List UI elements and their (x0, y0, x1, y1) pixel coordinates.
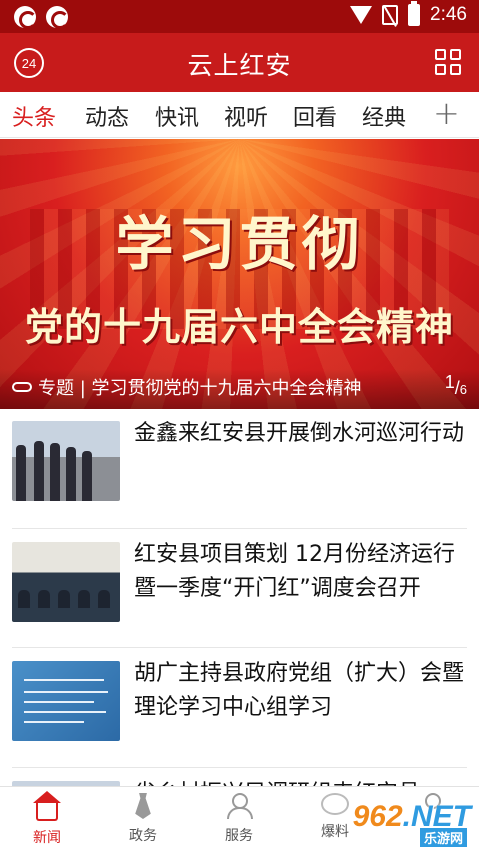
nav-services[interactable]: 服务 (209, 793, 269, 845)
people-icon (226, 793, 253, 819)
banner-caption-text: 专题 | 学习贯彻党的十九届六中全会精神 (38, 378, 362, 399)
nav-government[interactable]: 政务 (113, 793, 173, 845)
pager-current: 1 (444, 372, 455, 392)
nav-news[interactable]: 新闻 (17, 791, 77, 847)
banner-heading-line2: 党的十九届六中全会精神 (24, 304, 454, 349)
tab-headlines[interactable]: 头条 (12, 100, 56, 132)
nav-label: 政务 (129, 828, 157, 844)
tab-classics[interactable]: 经典 (362, 100, 406, 132)
notification-icon (46, 6, 69, 29)
tab-replay[interactable]: 回看 (293, 100, 337, 132)
status-bar: 2:46 (0, 0, 479, 33)
channel-tabs: 头条 动态 快讯 视听 回看 经典 + (0, 92, 479, 138)
tab-updates[interactable]: 动态 (85, 100, 129, 132)
add-channel-icon[interactable]: + (433, 94, 460, 132)
news-headline: 胡广主持县政府党组（扩大）会暨理论学习中心组学习 (134, 661, 465, 720)
home-icon (33, 791, 61, 821)
pager-total: 6 (459, 382, 467, 397)
nav-label: 新闻 (33, 830, 61, 846)
tie-icon (135, 793, 151, 819)
watermark-logo: 962.NET 乐游网 (352, 800, 471, 847)
battery-icon (408, 1, 421, 26)
nav-label: 服务 (225, 828, 253, 844)
link-icon (12, 382, 32, 392)
banner-pager: 1/6 (444, 372, 467, 398)
banner-carousel[interactable]: 学习贯彻 党的十九届六中全会精神 专题 | 学习贯彻党的十九届六中全会精神 1/… (0, 139, 479, 409)
notification-icon (14, 6, 37, 29)
news-headline: 红安县项目策划 12月份经济运行暨一季度“开门红”调度会召开 (134, 542, 455, 601)
news-thumbnail (12, 661, 120, 741)
tab-flash-news[interactable]: 快讯 (155, 100, 199, 132)
wifi-icon (350, 6, 373, 24)
status-time: 2:46 (430, 4, 467, 25)
banner-caption: 专题 | 学习贯彻党的十九届六中全会精神 (12, 374, 362, 400)
no-sim-icon (382, 5, 399, 25)
grid-menu-icon[interactable] (435, 49, 461, 75)
tab-audio-video[interactable]: 视听 (224, 100, 268, 132)
news-headline: 金鑫来红安县开展倒水河巡河行动 (134, 421, 465, 446)
divider (12, 767, 467, 768)
chat-bubble-icon (321, 793, 349, 815)
app-header: 24 云上红安 (0, 33, 479, 92)
app-title: 云上红安 (187, 51, 292, 80)
nav-label: 爆料 (321, 824, 349, 840)
divider (12, 647, 467, 648)
news-thumbnail (12, 542, 120, 622)
divider (12, 528, 467, 529)
news-thumbnail (12, 421, 120, 501)
banner-heading-line1: 学习贯彻 (115, 210, 364, 278)
